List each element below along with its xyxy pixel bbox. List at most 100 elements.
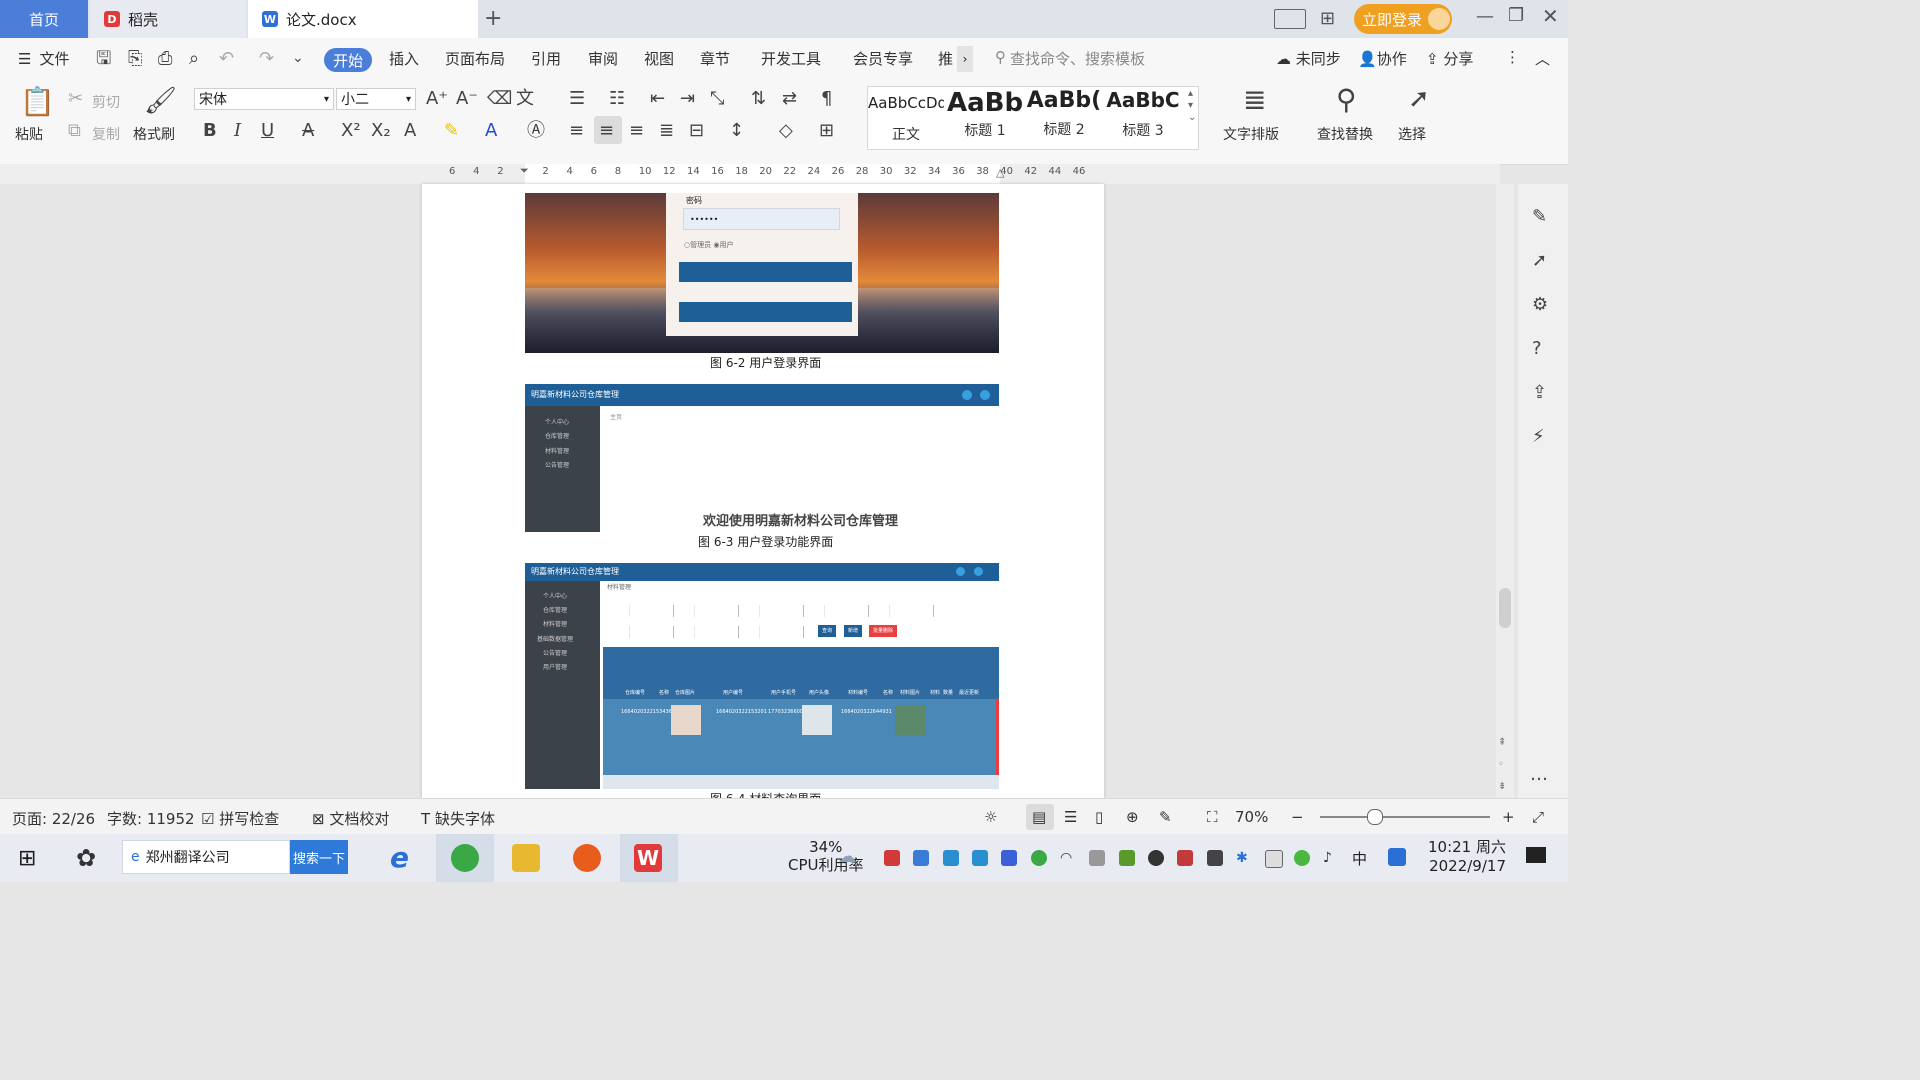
page-indicator[interactable]: 页面: 22/26 <box>12 808 95 829</box>
backup-icon[interactable]: ⚡ <box>1532 428 1545 446</box>
taskbar-search-button[interactable]: 搜索一下 <box>290 840 348 874</box>
find-replace-button[interactable]: 查找替换 <box>1317 124 1373 144</box>
close-icon[interactable]: ✕ <box>1542 4 1559 28</box>
tab-review[interactable]: 审阅 <box>588 48 618 69</box>
tray-icon[interactable] <box>1089 850 1105 866</box>
scrollbar-thumb[interactable] <box>1499 588 1511 628</box>
font-size-select[interactable]: 小二 ▾ <box>336 88 416 110</box>
taskbar-clock[interactable]: 10:21 周六 2022/9/17 <box>1428 838 1506 876</box>
save-icon[interactable]: 🖫 <box>96 50 111 68</box>
shading-icon[interactable]: ◇ <box>779 122 793 140</box>
pointer-icon[interactable]: ➚ <box>1532 252 1547 270</box>
tab-chapter[interactable]: 章节 <box>700 48 730 69</box>
convert-icon[interactable]: ⇄ <box>782 90 797 108</box>
phonetic-icon[interactable]: 文 <box>516 90 534 108</box>
battery-icon[interactable] <box>1207 850 1223 866</box>
ellipsis-icon[interactable]: … <box>1530 766 1548 784</box>
zoom-out-icon[interactable]: − <box>1291 808 1304 826</box>
bluetooth-icon[interactable]: ✱ <box>1236 850 1252 866</box>
tab-insert[interactable]: 插入 <box>389 48 419 69</box>
tray-icon[interactable] <box>884 850 900 866</box>
decrease-indent-icon[interactable]: ⇤ <box>650 90 665 108</box>
style-heading-3[interactable]: AaBbC 标题 3 <box>1105 88 1181 148</box>
tab-recommend[interactable]: 推 <box>938 48 953 69</box>
strikethrough-icon[interactable]: A <box>302 122 314 140</box>
proofread-button[interactable]: ⊠ 文档校对 <box>312 808 389 829</box>
write-view-icon[interactable]: ✎ <box>1159 808 1172 826</box>
help-icon[interactable]: ? <box>1532 340 1542 358</box>
vertical-scrollbar[interactable]: ⇞ ◦ ⇟ <box>1496 184 1514 798</box>
bold-icon[interactable]: B <box>203 122 217 140</box>
file-menu[interactable]: ☰ 文件 <box>18 48 69 69</box>
tab-developer[interactable]: 开发工具 <box>761 48 821 69</box>
tab-references[interactable]: 引用 <box>531 48 561 69</box>
redo-icon[interactable]: ↷ <box>259 50 274 68</box>
borders-icon[interactable]: ⊞ <box>819 122 834 140</box>
line-spacing-icon[interactable]: ↕ <box>729 122 744 140</box>
zoom-in-icon[interactable]: + <box>1502 808 1515 826</box>
fit-page-icon[interactable]: ⛶ <box>1207 808 1218 826</box>
undo-icon[interactable]: ↶ <box>219 50 234 68</box>
eye-protect-icon[interactable]: ☼ <box>984 808 997 826</box>
highlight-icon[interactable]: ✎ <box>444 122 459 140</box>
bullet-list-icon[interactable]: ☰ <box>569 90 585 108</box>
align-right-icon[interactable]: ≡ <box>629 122 644 140</box>
tray-icon[interactable] <box>1031 850 1047 866</box>
tab-view[interactable]: 视图 <box>644 48 674 69</box>
cut-button[interactable]: 剪切 <box>92 92 120 112</box>
justify-icon[interactable]: ≣ <box>659 122 674 140</box>
increase-indent-icon[interactable]: ⇥ <box>680 90 695 108</box>
zoom-level[interactable]: 70% <box>1235 808 1268 826</box>
tray-icon[interactable] <box>943 850 959 866</box>
browser-360-icon[interactable]: ✿ <box>76 844 96 872</box>
wps-icon[interactable]: W <box>634 844 662 872</box>
italic-icon[interactable]: I <box>234 122 241 140</box>
tab-document[interactable]: W 论文.docx <box>248 0 478 38</box>
export-icon[interactable]: ⎘ <box>128 50 142 68</box>
format-painter-button[interactable]: 格式刷 <box>133 124 175 144</box>
restore-icon[interactable]: ❐ <box>1508 5 1524 26</box>
taskbar-search-box[interactable]: e 郑州翻译公司 <box>122 840 290 874</box>
clear-format-icon[interactable]: ⌫ <box>487 90 512 108</box>
font-color-icon[interactable]: A <box>485 122 497 140</box>
style-heading-1[interactable]: AaBb 标题 1 <box>947 88 1023 148</box>
qq-icon[interactable] <box>1148 850 1164 866</box>
subscript-icon[interactable]: X₂ <box>371 122 391 140</box>
spell-check-button[interactable]: ☑ 拼写检查 <box>201 808 279 829</box>
usb-icon[interactable] <box>1265 850 1283 868</box>
browser-green-icon[interactable] <box>451 844 479 872</box>
layout-icon[interactable] <box>1274 9 1306 29</box>
web-view-icon[interactable]: ⊕ <box>1126 808 1139 826</box>
text-direction-icon[interactable]: ⤡ <box>710 90 724 108</box>
style-normal[interactable]: AaBbCcDd 正文 <box>868 88 944 148</box>
login-button[interactable]: 立即登录 <box>1354 4 1452 34</box>
sync-button[interactable]: ☁ 未同步 <box>1276 48 1341 69</box>
font-name-select[interactable]: 宋体 ▾ <box>194 88 334 110</box>
paste-icon[interactable]: 📋 <box>20 88 55 116</box>
more-icon[interactable]: ⋮ <box>1505 48 1520 66</box>
tray-icon[interactable] <box>913 850 929 866</box>
wifi-icon[interactable]: ◠ <box>1060 850 1076 866</box>
text-effect-icon[interactable]: A <box>404 122 416 140</box>
media-app-icon[interactable] <box>573 844 601 872</box>
indent-marker-icon[interactable]: ⏷ <box>520 164 529 178</box>
horizontal-ruler[interactable]: ⏷ △ 6 4 2 2 4 6 8 10 12 14 16 18 20 22 24 26 28 30 32 34 36 3… <box>0 164 1500 184</box>
chevron-down-icon[interactable]: ⌄ <box>292 51 304 65</box>
volume-icon[interactable]: ♪ <box>1323 850 1339 866</box>
zoom-slider-thumb[interactable] <box>1367 809 1383 825</box>
paste-button[interactable]: 粘贴 <box>15 124 43 144</box>
adjust-icon[interactable]: ⚙ <box>1532 296 1548 314</box>
outline-view-icon[interactable]: ☰ <box>1064 808 1077 826</box>
pen-icon[interactable]: ✎ <box>1532 208 1547 226</box>
copy-button[interactable]: 复制 <box>92 124 120 144</box>
tray-app-icon[interactable] <box>1388 848 1406 866</box>
tab-home[interactable]: 首页 <box>0 0 88 38</box>
ime-indicator[interactable]: 中 <box>1352 848 1367 869</box>
shrink-font-icon[interactable]: A⁻ <box>456 90 478 108</box>
page-nav-icons[interactable]: ⇞ ◦ ⇟ <box>1498 732 1506 798</box>
windows-start-icon[interactable]: ⊞ <box>18 846 36 871</box>
char-border-icon[interactable]: Ⓐ <box>527 122 545 140</box>
tray-icon[interactable] <box>1177 850 1193 866</box>
new-tab-icon[interactable]: + <box>484 6 502 31</box>
show-marks-icon[interactable]: ¶ <box>821 90 832 108</box>
